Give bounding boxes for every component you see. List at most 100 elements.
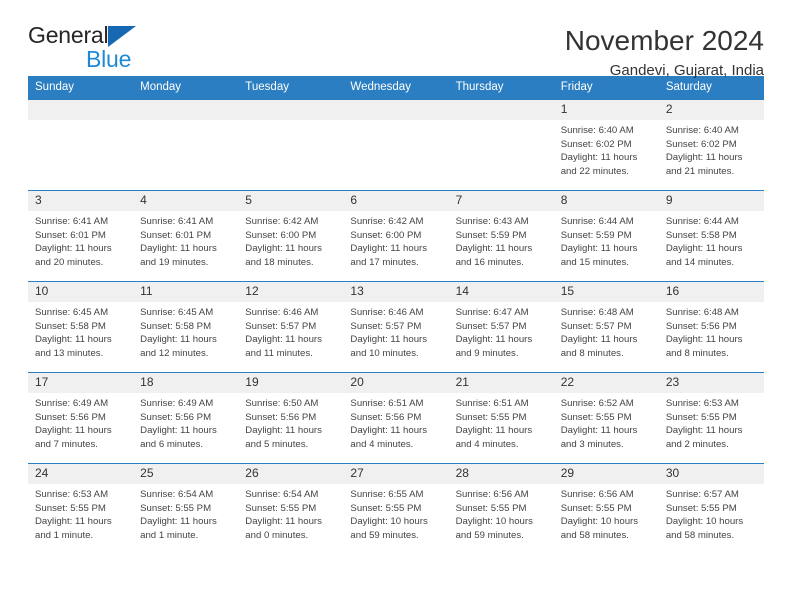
day-sun-info: Sunrise: 6:48 AM Sunset: 5:56 PM Daylight:… bbox=[659, 302, 764, 360]
day-box: 18 Sunrise: 6:49 AM Sunset: 5:56 PM Dayligh… bbox=[133, 373, 239, 463]
calendar-body: 1 Sunrise: 6:40 AM Sunset: 6:02 PM Daylight… bbox=[28, 99, 764, 555]
sunrise-text: Sunrise: 6:41 AM bbox=[140, 216, 214, 228]
calendar-day-cell[interactable]: 6 Sunrise: 6:42 AM Sunset: 6:00 PM Daylight… bbox=[343, 190, 449, 282]
day-sun-info: Sunrise: 6:41 AM Sunset: 6:01 PM Daylight:… bbox=[133, 211, 238, 269]
calendar-day-cell[interactable]: 29 Sunrise: 6:56 AM Sunset: 5:55 PM Dayligh… bbox=[553, 463, 659, 555]
sunset-text: Sunset: 5:56 PM bbox=[35, 411, 106, 423]
day-number: 29 bbox=[553, 464, 659, 485]
day-sun-info: Sunrise: 6:43 AM Sunset: 5:59 PM Daylight:… bbox=[449, 211, 554, 269]
sunrise-text: Sunrise: 6:53 AM bbox=[35, 489, 109, 501]
calendar-empty-cell bbox=[343, 99, 449, 191]
calendar-day-cell[interactable]: 11 Sunrise: 6:45 AM Sunset: 5:58 PM Dayligh… bbox=[133, 281, 239, 373]
calendar-day-cell[interactable]: 27 Sunrise: 6:55 AM Sunset: 5:55 PM Dayligh… bbox=[343, 463, 449, 555]
daylight-text: Daylight: 10 hours and 58 minutes. bbox=[560, 516, 639, 542]
daylight-text: Daylight: 11 hours and 16 minutes. bbox=[455, 243, 533, 269]
calendar-day-cell[interactable]: 7 Sunrise: 6:43 AM Sunset: 5:59 PM Daylight… bbox=[448, 190, 554, 282]
calendar-week-row: 1 Sunrise: 6:40 AM Sunset: 6:02 PM Daylight… bbox=[28, 99, 764, 191]
day-sun-info: Sunrise: 6:44 AM Sunset: 5:58 PM Daylight:… bbox=[659, 211, 764, 269]
logo-text-blue: Blue bbox=[86, 46, 132, 72]
sunset-text: Sunset: 5:57 PM bbox=[455, 320, 527, 332]
day-number: 1 bbox=[553, 100, 659, 121]
logo-text-general: General bbox=[28, 22, 109, 48]
day-sun-info: Sunrise: 6:55 AM Sunset: 5:55 PM Daylight:… bbox=[343, 484, 448, 542]
calendar-day-cell[interactable]: 26 Sunrise: 6:54 AM Sunset: 5:55 PM Dayligh… bbox=[238, 463, 344, 555]
sunrise-text: Sunrise: 6:45 AM bbox=[35, 307, 109, 319]
day-box: 8 Sunrise: 6:44 AM Sunset: 5:59 PM Daylight… bbox=[553, 191, 659, 281]
day-sun-info: Sunrise: 6:57 AM Sunset: 5:55 PM Daylight:… bbox=[659, 484, 764, 542]
general-blue-logo[interactable]: General Blue bbox=[28, 24, 144, 72]
day-number: 2 bbox=[658, 100, 764, 121]
daylight-text: Daylight: 11 hours and 1 minute. bbox=[140, 516, 217, 542]
calendar-day-cell[interactable]: 22 Sunrise: 6:52 AM Sunset: 5:55 PM Dayligh… bbox=[553, 372, 659, 464]
calendar-empty-cell bbox=[133, 99, 239, 191]
calendar-day-cell[interactable]: 14 Sunrise: 6:47 AM Sunset: 5:57 PM Dayligh… bbox=[448, 281, 554, 373]
day-box: 24 Sunrise: 6:53 AM Sunset: 5:55 PM Dayligh… bbox=[28, 464, 134, 555]
calendar-day-cell[interactable]: 17 Sunrise: 6:49 AM Sunset: 5:56 PM Dayligh… bbox=[28, 372, 134, 464]
calendar-day-cell[interactable]: 23 Sunrise: 6:53 AM Sunset: 5:55 PM Dayligh… bbox=[658, 372, 764, 464]
calendar-day-cell[interactable]: 1 Sunrise: 6:40 AM Sunset: 6:02 PM Daylight… bbox=[553, 99, 659, 191]
daylight-text: Daylight: 11 hours and 13 minutes. bbox=[35, 334, 112, 360]
calendar-week-row: 10 Sunrise: 6:45 AM Sunset: 5:58 PM Dayligh… bbox=[28, 281, 764, 373]
calendar-day-cell[interactable]: 12 Sunrise: 6:46 AM Sunset: 5:57 PM Dayligh… bbox=[238, 281, 344, 373]
sunrise-text: Sunrise: 6:41 AM bbox=[35, 216, 109, 228]
day-sun-info: Sunrise: 6:54 AM Sunset: 5:55 PM Daylight:… bbox=[238, 484, 343, 542]
sunset-text: Sunset: 6:00 PM bbox=[245, 229, 317, 241]
calendar-day-cell[interactable]: 20 Sunrise: 6:51 AM Sunset: 5:56 PM Dayligh… bbox=[343, 372, 449, 464]
sunset-text: Sunset: 5:55 PM bbox=[560, 502, 632, 514]
sunset-text: Sunset: 6:00 PM bbox=[350, 229, 422, 241]
day-sun-info: Sunrise: 6:53 AM Sunset: 5:55 PM Daylight:… bbox=[659, 393, 764, 451]
day-number bbox=[238, 100, 344, 121]
calendar-day-cell[interactable]: 16 Sunrise: 6:48 AM Sunset: 5:56 PM Dayligh… bbox=[658, 281, 764, 373]
daylight-text: Daylight: 11 hours and 11 minutes. bbox=[245, 334, 322, 360]
sunset-text: Sunset: 5:56 PM bbox=[140, 411, 212, 423]
calendar-day-cell[interactable]: 18 Sunrise: 6:49 AM Sunset: 5:56 PM Dayligh… bbox=[133, 372, 239, 464]
daylight-text: Daylight: 11 hours and 18 minutes. bbox=[245, 243, 322, 269]
day-number: 28 bbox=[448, 464, 554, 485]
day-box: 3 Sunrise: 6:41 AM Sunset: 6:01 PM Daylight… bbox=[28, 191, 134, 281]
daylight-text: Daylight: 11 hours and 12 minutes. bbox=[140, 334, 217, 360]
weekday-header-wednesday: Wednesday bbox=[343, 76, 449, 100]
calendar-day-cell[interactable]: 15 Sunrise: 6:48 AM Sunset: 5:57 PM Dayligh… bbox=[553, 281, 659, 373]
calendar-empty-cell bbox=[238, 99, 344, 191]
sunset-text: Sunset: 5:55 PM bbox=[455, 502, 527, 514]
calendar-day-cell[interactable]: 24 Sunrise: 6:53 AM Sunset: 5:55 PM Dayligh… bbox=[28, 463, 134, 555]
daylight-text: Daylight: 11 hours and 9 minutes. bbox=[455, 334, 533, 360]
daylight-text: Daylight: 11 hours and 14 minutes. bbox=[665, 243, 743, 269]
calendar-day-cell[interactable]: 8 Sunrise: 6:44 AM Sunset: 5:59 PM Daylight… bbox=[553, 190, 659, 282]
day-box: 6 Sunrise: 6:42 AM Sunset: 6:00 PM Daylight… bbox=[343, 191, 449, 281]
sunrise-text: Sunrise: 6:44 AM bbox=[560, 216, 634, 228]
calendar-day-cell[interactable]: 19 Sunrise: 6:50 AM Sunset: 5:56 PM Dayligh… bbox=[238, 372, 344, 464]
calendar-day-cell[interactable]: 25 Sunrise: 6:54 AM Sunset: 5:55 PM Dayligh… bbox=[133, 463, 239, 555]
sunset-text: Sunset: 6:01 PM bbox=[35, 229, 106, 241]
day-number: 8 bbox=[553, 191, 659, 212]
daylight-text: Daylight: 11 hours and 19 minutes. bbox=[140, 243, 217, 269]
sunrise-text: Sunrise: 6:53 AM bbox=[665, 398, 739, 410]
sunrise-text: Sunrise: 6:40 AM bbox=[560, 125, 634, 137]
calendar-day-cell[interactable]: 21 Sunrise: 6:51 AM Sunset: 5:55 PM Dayligh… bbox=[448, 372, 554, 464]
day-sun-info: Sunrise: 6:45 AM Sunset: 5:58 PM Daylight:… bbox=[133, 302, 238, 360]
calendar-day-cell[interactable]: 2 Sunrise: 6:40 AM Sunset: 6:02 PM Daylight… bbox=[658, 99, 764, 191]
day-box: 15 Sunrise: 6:48 AM Sunset: 5:57 PM Dayligh… bbox=[553, 282, 659, 372]
calendar-day-cell[interactable]: 13 Sunrise: 6:46 AM Sunset: 5:57 PM Dayligh… bbox=[343, 281, 449, 373]
sunset-text: Sunset: 5:55 PM bbox=[455, 411, 527, 423]
calendar-day-cell[interactable]: 10 Sunrise: 6:45 AM Sunset: 5:58 PM Dayligh… bbox=[28, 281, 134, 373]
day-number: 4 bbox=[133, 191, 239, 212]
sunrise-text: Sunrise: 6:56 AM bbox=[560, 489, 634, 501]
calendar-day-cell[interactable]: 5 Sunrise: 6:42 AM Sunset: 6:00 PM Daylight… bbox=[238, 190, 344, 282]
daylight-text: Daylight: 11 hours and 0 minutes. bbox=[245, 516, 322, 542]
sunset-text: Sunset: 5:57 PM bbox=[560, 320, 632, 332]
calendar-day-cell[interactable]: 30 Sunrise: 6:57 AM Sunset: 5:55 PM Dayligh… bbox=[658, 463, 764, 555]
calendar-day-cell[interactable]: 4 Sunrise: 6:41 AM Sunset: 6:01 PM Daylight… bbox=[133, 190, 239, 282]
calendar-day-cell[interactable]: 28 Sunrise: 6:56 AM Sunset: 5:55 PM Dayligh… bbox=[448, 463, 554, 555]
calendar-day-cell[interactable]: 3 Sunrise: 6:41 AM Sunset: 6:01 PM Daylight… bbox=[28, 190, 134, 282]
day-box: 27 Sunrise: 6:55 AM Sunset: 5:55 PM Dayligh… bbox=[343, 464, 449, 555]
day-number: 24 bbox=[28, 464, 134, 485]
day-number bbox=[343, 100, 449, 121]
calendar-day-cell[interactable]: 9 Sunrise: 6:44 AM Sunset: 5:58 PM Daylight… bbox=[658, 190, 764, 282]
sunrise-text: Sunrise: 6:42 AM bbox=[350, 216, 424, 228]
daylight-text: Daylight: 10 hours and 59 minutes. bbox=[350, 516, 428, 542]
triangle-icon bbox=[108, 26, 136, 47]
day-box: 14 Sunrise: 6:47 AM Sunset: 5:57 PM Dayligh… bbox=[448, 282, 554, 372]
day-number: 27 bbox=[343, 464, 449, 485]
sunrise-text: Sunrise: 6:46 AM bbox=[245, 307, 319, 319]
